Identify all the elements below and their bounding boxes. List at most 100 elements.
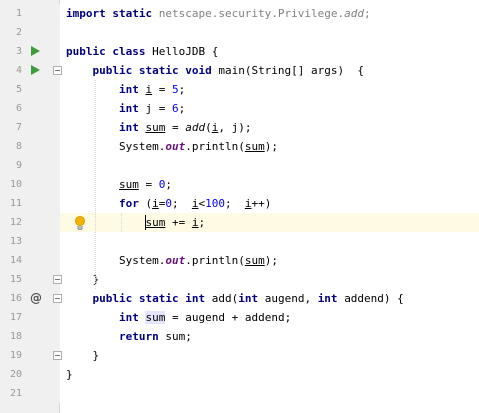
code-line-5[interactable]: 5 int i = 5;: [0, 80, 479, 99]
code-token: System.: [66, 254, 166, 267]
code-line-15[interactable]: 15 }: [0, 270, 479, 289]
code-token: }: [66, 368, 73, 381]
code-text: sum = 0;: [66, 175, 172, 194]
code-token: , j);: [218, 121, 252, 134]
fold-toggle-icon[interactable]: [53, 275, 62, 284]
code-line-12[interactable]: 12 sum += i;: [0, 213, 479, 232]
code-text: System.out.println(sum);: [66, 251, 278, 270]
line-number: 15: [9, 274, 22, 285]
line-number: 16: [9, 293, 22, 304]
code-token: ;: [178, 102, 186, 115]
code-text: }: [66, 365, 73, 384]
code-text: int sum = augend + addend;: [66, 308, 291, 327]
code-line-19[interactable]: 19 }: [0, 346, 479, 365]
code-line-20[interactable]: 20}: [0, 365, 479, 384]
line-number: 21: [9, 388, 22, 399]
line-number: 9: [15, 160, 22, 171]
line-number: 6: [15, 103, 22, 114]
code-token: .println(: [185, 254, 245, 267]
line-number: 10: [9, 179, 22, 190]
code-token: =: [138, 178, 159, 191]
line-number: 19: [9, 350, 22, 361]
line-number: 5: [15, 84, 22, 95]
code-line-4[interactable]: 4 public static void main(String[] args)…: [0, 61, 479, 80]
code-line-2[interactable]: 2: [0, 23, 479, 42]
code-line-18[interactable]: 18 return sum;: [0, 327, 479, 346]
code-token: import static: [66, 7, 159, 20]
fold-toggle-icon[interactable]: [53, 294, 62, 303]
code-text: public static int add(int augend, int ad…: [66, 289, 404, 308]
fold-toggle-icon[interactable]: [53, 66, 62, 75]
code-token: int: [66, 121, 146, 134]
run-icon[interactable]: [29, 42, 41, 61]
line-number: 4: [15, 65, 22, 76]
code-token: add(: [211, 292, 239, 305]
at-sign-icon[interactable]: @: [30, 289, 42, 308]
fold-toggle-icon[interactable]: [53, 351, 62, 360]
code-token: add: [185, 121, 206, 134]
code-token: sum: [145, 121, 166, 134]
code-token: System.: [66, 140, 166, 153]
code-token: j =: [145, 102, 172, 115]
code-line-9[interactable]: 9: [0, 156, 479, 175]
code-line-17[interactable]: 17 int sum = augend + addend;: [0, 308, 479, 327]
code-token: 100: [205, 197, 225, 210]
line-number: 14: [9, 255, 22, 266]
line-number: 18: [9, 331, 22, 342]
code-token: out: [165, 254, 186, 267]
code-token: ;: [171, 197, 192, 210]
code-token: int: [66, 311, 146, 324]
code-token: addend) {: [344, 292, 404, 305]
code-line-6[interactable]: 6 int j = 6;: [0, 99, 479, 118]
code-token: i: [152, 197, 159, 210]
code-token: sum: [244, 140, 265, 153]
code-text: public static void main(String[] args) {: [66, 61, 364, 80]
indent-guide: [121, 213, 122, 232]
code-token: =: [165, 121, 186, 134]
text-cursor: [145, 215, 146, 230]
run-icon[interactable]: [29, 61, 41, 80]
code-token: ;: [224, 197, 245, 210]
code-token: main(String[] args) {: [218, 64, 365, 77]
code-line-10[interactable]: 10 sum = 0;: [0, 175, 479, 194]
code-token: =: [152, 83, 172, 96]
code-token: int: [317, 292, 345, 305]
code-token: 0: [165, 197, 172, 210]
code-token: sum;: [165, 330, 192, 343]
code-text: }: [66, 346, 99, 365]
code-line-8[interactable]: 8 System.out.println(sum);: [0, 137, 479, 156]
line-number: 2: [15, 27, 22, 38]
code-text: int i = 5;: [66, 80, 185, 99]
code-token: ++): [251, 197, 272, 210]
code-line-16[interactable]: 16 @ public static int add(int augend, in…: [0, 289, 479, 308]
code-text: int j = 6;: [66, 99, 185, 118]
code-line-7[interactable]: 7 int sum = add(i, j);: [0, 118, 479, 137]
code-token: +=: [165, 216, 192, 229]
code-token: (: [205, 121, 212, 134]
indent-guide: [95, 80, 96, 289]
code-token: );: [264, 254, 278, 267]
line-number: 7: [15, 122, 22, 133]
code-token: return: [66, 330, 166, 343]
code-line-11[interactable]: 11 for (i=0; i<100; i++): [0, 194, 479, 213]
code-token: public static int: [66, 292, 212, 305]
code-line-13[interactable]: 13: [0, 232, 479, 251]
code-line-1[interactable]: 1 import static netscape.security.Privile…: [0, 4, 479, 23]
code-line-3[interactable]: 3 public class HelloJDB {: [0, 42, 479, 61]
code-token: for: [66, 197, 146, 210]
code-text: import static netscape.security.Privileg…: [66, 4, 371, 23]
code-token: .println(: [185, 140, 245, 153]
code-token: 6: [171, 102, 179, 115]
code-editor[interactable]: 1 import static netscape.security.Privile…: [0, 0, 479, 413]
line-number: 13: [9, 236, 22, 247]
code-token: netscape.security.Privilege.: [158, 7, 345, 20]
code-token: int: [66, 102, 146, 115]
code-line-14[interactable]: 14 System.out.println(sum);: [0, 251, 479, 270]
code-text: sum += i;: [66, 213, 205, 232]
code-token: = augend + addend;: [165, 311, 292, 324]
code-token: add: [344, 7, 365, 20]
line-number: 12: [9, 217, 22, 228]
code-line-21[interactable]: 21: [0, 384, 479, 403]
